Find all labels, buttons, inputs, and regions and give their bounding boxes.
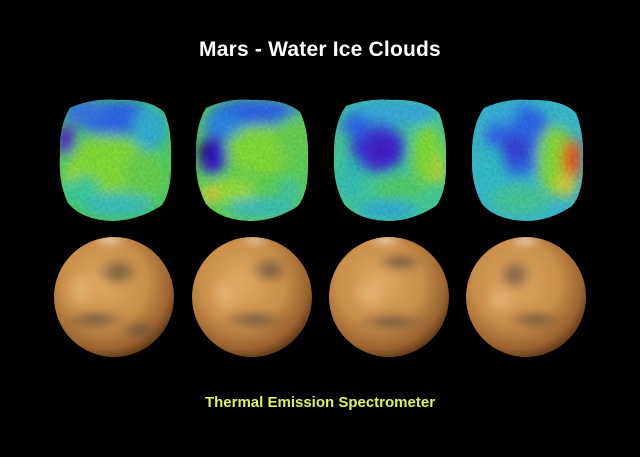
mars-globe-3	[329, 237, 449, 357]
cloud-map-2	[195, 99, 309, 221]
mars-globe-2	[192, 237, 312, 357]
cloud-map-3	[333, 99, 447, 221]
mars-globe-4	[466, 237, 586, 357]
cloud-map-1	[59, 99, 172, 221]
caption: Thermal Emission Spectrometer	[204, 394, 436, 411]
mars-globe-1	[54, 237, 174, 357]
cloud-map-4	[471, 99, 584, 221]
mars-figure	[54, 99, 586, 357]
